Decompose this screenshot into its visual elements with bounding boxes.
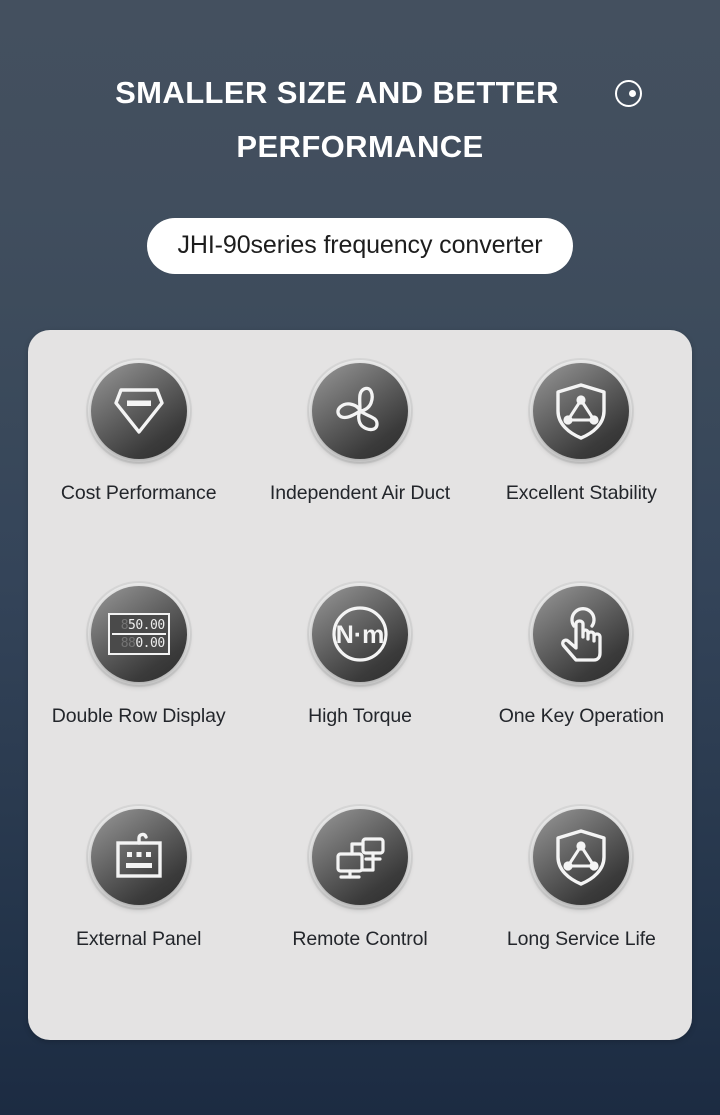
display-row-2-ghost: 88 [120,635,136,651]
feature-label: Remote Control [292,928,428,950]
display-row-2: 88 0.00 [112,635,166,651]
feature-item-external-panel[interactable]: External Panel [28,809,249,1032]
network-computers-icon [311,809,408,905]
shield-network-icon [533,363,630,459]
feature-item-cost-performance[interactable]: Cost Performance [28,363,249,586]
hand-tap-icon [533,586,630,682]
features-card: Cost Performance Independent Air Duct Ex… [28,330,692,1040]
feature-label: Independent Air Duct [269,482,451,504]
display-row-1: 8 50.00 [111,617,166,635]
feature-item-double-row-display[interactable]: 8 50.00 88 0.00 Double Row Display [28,586,249,809]
display-row-1-ghost: 8 [120,617,129,633]
feature-item-excellent-stability[interactable]: Excellent Stability [471,363,692,586]
features-row: Cost Performance Independent Air Duct Ex… [28,363,692,586]
torque-unit-text: N·m [336,621,385,649]
product-name-badge: JHI-90series frequency converter [147,218,573,274]
features-row: 8 50.00 88 0.00 Double Row Display N·m H… [28,586,692,809]
feature-label: Cost Performance [60,482,217,504]
page-title-line-2: PERFORMANCE [236,129,484,164]
shield-network-icon [533,809,630,905]
page-title-line-1: SMALLER SIZE AND BETTER [0,66,720,120]
subtitle-container: JHI-90series frequency converter [0,218,720,274]
feature-label: Long Service Life [506,928,656,950]
display-screen: 8 50.00 88 0.00 [107,613,170,655]
feature-item-long-service-life[interactable]: Long Service Life [471,809,692,1032]
diamond-gem-icon [90,363,187,459]
feature-item-one-key-operation[interactable]: One Key Operation [471,586,692,809]
feature-label: Excellent Stability [505,482,657,504]
poster-header: SMALLER SIZE AND BETTER PERFORMANCE [0,66,720,174]
circle-dot-icon [615,80,642,107]
feature-item-independent-air-duct[interactable]: Independent Air Duct [249,363,470,586]
feature-item-high-torque[interactable]: N·m High Torque [249,586,470,809]
newton-meter-icon: N·m [311,586,408,682]
seven-segment-display-icon: 8 50.00 88 0.00 [90,586,187,682]
feature-poster: SMALLER SIZE AND BETTER PERFORMANCE JHI-… [0,0,720,1115]
feature-label: External Panel [75,928,202,950]
display-row-1-value: 50.00 [128,617,165,633]
features-grid: Cost Performance Independent Air Duct Ex… [28,363,692,1032]
feature-item-remote-control[interactable]: Remote Control [249,809,470,1032]
features-row: External Panel Remote Control Long Servi… [28,809,692,1032]
feature-label: One Key Operation [498,705,664,727]
feature-label: Double Row Display [51,705,226,727]
feature-label: High Torque [308,705,412,727]
fan-blades-icon [311,363,408,459]
display-row-2-value: 0.00 [135,635,165,651]
page-title-line-1-text: SMALLER SIZE AND BETTER [115,75,559,110]
control-panel-icon [90,809,187,905]
